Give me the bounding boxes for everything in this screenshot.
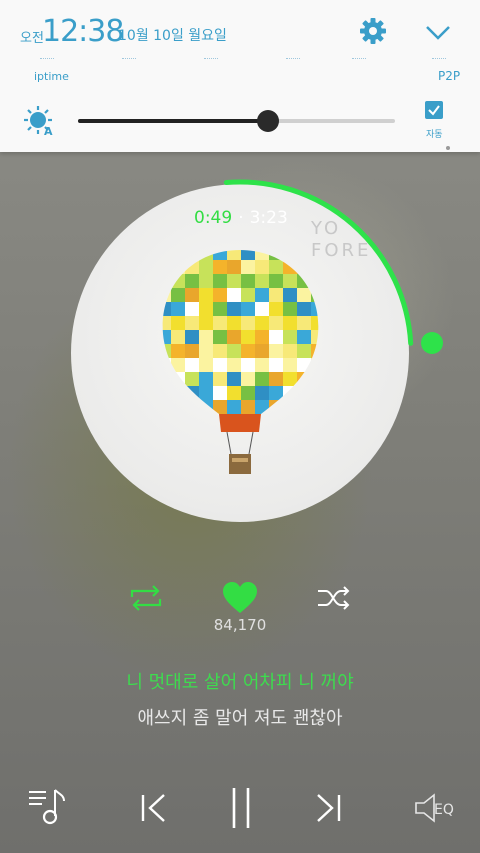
quick-setting-wifi-label[interactable]: iptime <box>34 70 69 83</box>
svg-text:A: A <box>44 125 53 138</box>
checkbox-checked-icon[interactable] <box>425 101 443 119</box>
eq-label: EQ <box>434 802 454 818</box>
quick-setting-indicator <box>204 58 218 63</box>
brightness-slider-handle[interactable] <box>257 110 280 132</box>
progress-handle[interactable] <box>421 332 443 354</box>
chevron-down-icon[interactable] <box>424 20 452 44</box>
next-icon[interactable] <box>312 792 344 824</box>
quick-setting-indicator <box>432 58 446 63</box>
elapsed-time: 0:49 <box>194 208 233 228</box>
quick-setting-indicator <box>286 58 300 63</box>
lyric-current-line: 니 멋대로 살어 어차피 니 꺼야 <box>126 672 354 693</box>
clock-ampm: 오전 <box>20 31 44 46</box>
playlist-icon[interactable] <box>26 786 68 826</box>
heart-icon[interactable] <box>221 581 259 615</box>
notification-shade: 오전 12:38 10월 10일 월요일 iptime P2P A 자동 <box>0 0 480 152</box>
brightness-slider-fill <box>78 119 269 123</box>
lyric-next-line: 애쓰지 좀 말어 져도 괜찮아 <box>137 708 343 729</box>
shade-handle[interactable] <box>446 146 450 150</box>
brightness-slider[interactable] <box>78 110 395 132</box>
gear-icon[interactable] <box>358 16 388 46</box>
quick-setting-indicator <box>352 58 366 63</box>
quick-setting-indicator <box>40 58 54 63</box>
total-time: 3:23 <box>249 208 288 228</box>
progress-arc <box>223 179 414 346</box>
quick-setting-indicator <box>122 58 136 63</box>
eq-icon[interactable]: EQ <box>414 792 460 824</box>
shuffle-icon[interactable] <box>316 584 352 612</box>
repeat-icon[interactable] <box>128 584 164 612</box>
previous-icon[interactable] <box>138 792 170 824</box>
quick-setting-p2p-label[interactable]: P2P <box>438 69 460 83</box>
like-count: 84,170 <box>213 616 267 634</box>
time-separator: · <box>238 208 244 228</box>
status-row: 오전 12:38 10월 10일 월요일 <box>0 0 480 62</box>
auto-brightness-icon[interactable]: A <box>22 104 56 138</box>
time-display: 0:49 · 3:23 <box>194 208 288 228</box>
pause-icon[interactable] <box>228 786 254 830</box>
clock-date: 10월 10일 월요일 <box>118 28 227 44</box>
auto-brightness-label: 자동 <box>426 130 443 140</box>
clock-time: 12:38 <box>42 14 124 49</box>
